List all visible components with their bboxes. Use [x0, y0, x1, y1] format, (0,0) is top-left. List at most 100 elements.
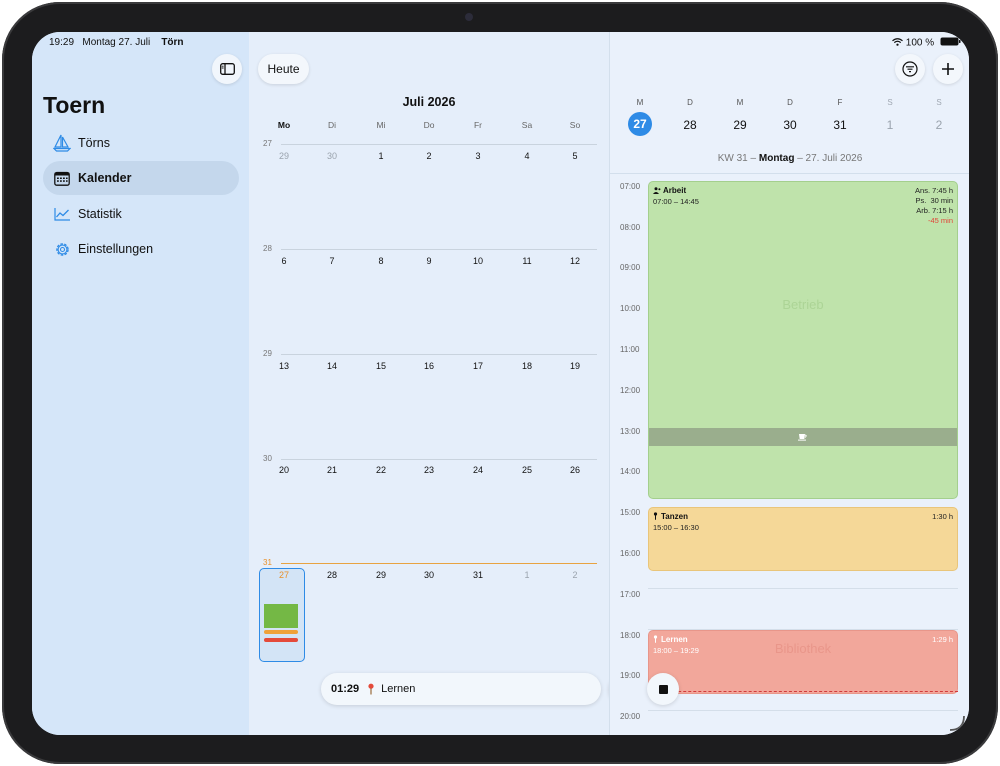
event-tanzen[interactable]: Tanzen 15:00 – 16:30 1:30 h: [648, 507, 958, 571]
sidebar-item-statistik[interactable]: Statistik: [43, 197, 239, 231]
day-cell[interactable]: 19: [560, 361, 590, 371]
day-cell[interactable]: 12: [560, 256, 590, 266]
person-icon: [653, 187, 661, 194]
today-button[interactable]: Heute: [258, 54, 309, 84]
event-lernen[interactable]: Lernen 18:00 – 19:29 1:29 h Bibliothek: [648, 630, 958, 694]
event-stat-pause: Ps. 30 min: [915, 196, 953, 205]
week-divider: [281, 354, 597, 355]
pause-block: [649, 428, 957, 446]
day-cell[interactable]: 30: [317, 151, 347, 161]
week-strip-day[interactable]: 2: [919, 118, 959, 132]
sidebar-item-label: Einstellungen: [78, 242, 154, 256]
hour-label: 12:00: [620, 386, 641, 395]
weekday-letter: S: [887, 98, 893, 107]
app-title: Toern: [43, 92, 106, 118]
week-number: 29: [263, 349, 272, 358]
running-timer-bar[interactable]: 01:29 Lernen: [321, 673, 601, 705]
week-strip-day[interactable]: 1: [870, 118, 910, 132]
hour-label: 07:00: [620, 182, 641, 191]
status-date-text: Montag 27. Juli: [82, 37, 151, 48]
week-divider: [281, 144, 597, 145]
day-cell[interactable]: 14: [317, 361, 347, 371]
wifi-icon: [892, 37, 903, 49]
sidebar-toggle-button[interactable]: [212, 54, 242, 84]
day-cell[interactable]: 25: [512, 465, 542, 475]
week-strip-day[interactable]: 30: [770, 118, 810, 132]
hour-label: 17:00: [620, 590, 641, 599]
day-cell[interactable]: 9: [414, 256, 444, 266]
weekday-letter: M: [736, 98, 744, 107]
event-stat-difference: -45 min: [927, 216, 953, 225]
weekday-letter: S: [936, 98, 942, 107]
event-stat-presence: Ans. 7:45 h: [915, 186, 953, 195]
week-number: 27: [263, 139, 272, 148]
day-cell[interactable]: 6: [269, 256, 299, 266]
week-strip-day[interactable]: 31: [820, 118, 860, 132]
day-cell[interactable]: 3: [463, 151, 493, 161]
ipad-device: 19:29 Montag 27. Juli Törn Toern Törns K…: [0, 0, 1000, 766]
day-cell[interactable]: 18: [512, 361, 542, 371]
event-location-watermark: Betrieb: [782, 297, 824, 312]
coffee-cup-icon: [798, 434, 807, 441]
filter-button[interactable]: [895, 54, 925, 84]
event-time: 07:00 – 14:45: [653, 197, 699, 206]
sidebar-item-toerns[interactable]: Törns: [43, 126, 239, 160]
event-location-watermark: Bibliothek: [774, 641, 832, 656]
sidebar-item-einstellungen[interactable]: Einstellungen: [43, 232, 239, 266]
hour-label: 11:00: [620, 345, 640, 354]
day-cell[interactable]: 1: [366, 151, 396, 161]
status-battery: 100 %: [892, 37, 961, 49]
day-cell[interactable]: 5: [560, 151, 590, 161]
hour-label: 09:00: [620, 263, 641, 272]
hour-label: 19:00: [620, 671, 641, 680]
stop-icon: [658, 684, 668, 694]
event-stat-work: Arb. 7:15 h: [916, 206, 953, 215]
day-cell[interactable]: 16: [414, 361, 444, 371]
day-cell[interactable]: 30: [414, 570, 444, 580]
weekday-header: Mi: [376, 120, 386, 130]
day-cell[interactable]: 11: [512, 256, 542, 266]
day-cell[interactable]: 8: [366, 256, 396, 266]
day-cell[interactable]: 1: [512, 570, 542, 580]
filter-icon: [902, 61, 918, 77]
week-strip-day[interactable]: 29: [720, 118, 760, 132]
day-cell[interactable]: 23: [414, 465, 444, 475]
weekday-letter: D: [687, 98, 693, 107]
add-event-button[interactable]: [933, 54, 963, 84]
day-cell[interactable]: 24: [463, 465, 493, 475]
day-cell[interactable]: 4: [512, 151, 542, 161]
day-cell[interactable]: 7: [317, 256, 347, 266]
day-cell[interactable]: 28: [317, 570, 347, 580]
day-cell[interactable]: 22: [366, 465, 396, 475]
day-cell[interactable]: 27: [269, 570, 299, 580]
day-cell[interactable]: 20: [269, 465, 299, 475]
status-app-name: Törn: [161, 37, 184, 48]
event-arbeit[interactable]: Arbeit 07:00 – 14:45 Ans. 7:45 h Ps. 30 …: [648, 181, 958, 499]
week-strip-day[interactable]: 28: [670, 118, 710, 132]
day-cell[interactable]: 29: [269, 151, 299, 161]
weekday-letter: D: [787, 98, 793, 107]
day-cell[interactable]: 2: [560, 570, 590, 580]
day-cell[interactable]: 15: [366, 361, 396, 371]
week-divider: [281, 249, 597, 250]
hour-gridline: [648, 710, 958, 711]
event-bar-arbeit: [264, 604, 298, 628]
battery-percent: 100 %: [905, 37, 935, 49]
day-cell[interactable]: 21: [317, 465, 347, 475]
day-cell[interactable]: 26: [560, 465, 590, 475]
timer-elapsed: 01:29: [331, 683, 360, 695]
sidebar-item-label: Törns: [78, 136, 110, 150]
day-cell[interactable]: 2: [414, 151, 444, 161]
day-cell[interactable]: 29: [366, 570, 396, 580]
day-cell[interactable]: 13: [269, 361, 299, 371]
day-cell[interactable]: 17: [463, 361, 493, 371]
date-weekday-text: Montag: [758, 153, 795, 164]
hour-label: 08:00: [620, 223, 641, 232]
month-title: Juli 2026: [402, 95, 456, 109]
stop-button[interactable]: [647, 673, 679, 705]
week-strip-day-selected[interactable]: 27: [628, 112, 652, 136]
day-cell[interactable]: 31: [463, 570, 493, 580]
day-cell[interactable]: 10: [463, 256, 493, 266]
sidebar-item-kalender[interactable]: Kalender: [43, 161, 239, 195]
gear-icon: [52, 239, 72, 259]
